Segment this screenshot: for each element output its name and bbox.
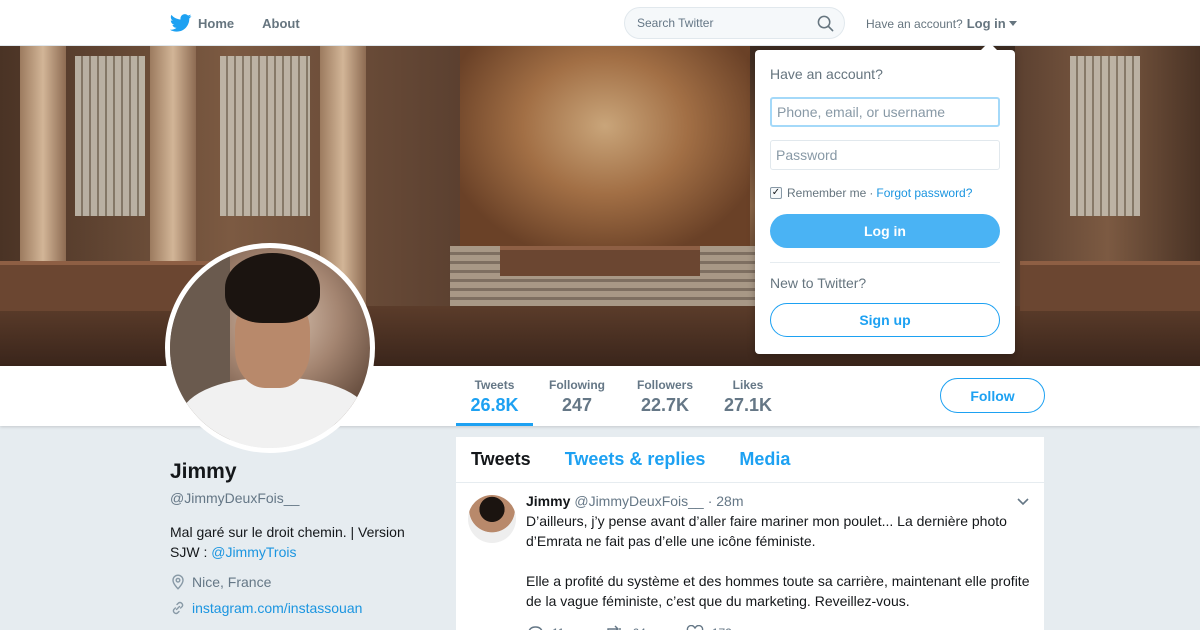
link-icon: [172, 601, 184, 615]
like-count: 172: [712, 626, 732, 630]
search-input[interactable]: [637, 16, 807, 30]
nav-home-label: Home: [198, 15, 235, 31]
nav-left-group: Home About: [170, 0, 328, 46]
profile-website-row: instagram.com/instassouan: [170, 600, 430, 616]
stat-value: 26.8K: [470, 395, 519, 415]
heart-icon: [686, 625, 704, 630]
profile-location-row: Nice, France: [170, 574, 430, 590]
stat-label: Following: [549, 378, 605, 392]
nav-about-link[interactable]: About: [262, 16, 300, 31]
reply-icon: [528, 626, 543, 630]
profile-website-link[interactable]: instagram.com/instassouan: [192, 600, 362, 616]
tab-media[interactable]: Media: [739, 449, 790, 470]
login-button[interactable]: Log in: [770, 214, 1000, 248]
login-dropdown-toggle[interactable]: Log in: [967, 16, 1017, 31]
retweet-icon: [607, 625, 622, 630]
banner-mural: [460, 46, 750, 246]
stat-value: 22.7K: [640, 395, 690, 415]
nav-about-label: About: [262, 15, 300, 31]
avatar-hair: [225, 253, 320, 323]
login-link-label: Log in: [966, 16, 1006, 31]
stat-value: 27.1K: [723, 395, 773, 415]
profile-name[interactable]: Jimmy: [170, 460, 430, 484]
tweet-paragraph: Elle a profité du système et des hommes …: [526, 573, 1030, 609]
have-account-text: Have an account?: [866, 16, 963, 31]
nav-home-link[interactable]: Home: [170, 14, 234, 32]
profile-handle[interactable]: @JimmyDeuxFois__: [170, 490, 430, 506]
banner-window: [1070, 56, 1140, 216]
have-account-area: Have an account? Log in: [866, 16, 1017, 31]
tweet[interactable]: Jimmy @JimmyDeuxFois__ · 28m D’ailleurs,…: [456, 483, 1044, 630]
avatar-shirt: [180, 378, 370, 448]
stat-tweets[interactable]: Tweets 26.8K: [456, 366, 533, 426]
tweet-header: Jimmy @JimmyDeuxFois__ · 28m: [526, 493, 1032, 509]
stat-following[interactable]: Following 247: [540, 366, 614, 426]
login-dropdown: Have an account? ✓ Remember me · Forgot …: [755, 42, 1015, 354]
like-button[interactable]: 172: [686, 625, 732, 630]
tweet-paragraph: D’ailleurs, j’y pense avant d’aller fair…: [526, 513, 1007, 549]
banner-window: [220, 56, 310, 216]
stat-followers[interactable]: Followers 22.7K: [628, 366, 702, 426]
retweet-button[interactable]: 64: [604, 625, 646, 630]
dropdown-title: Have an account?: [770, 66, 883, 82]
follow-button[interactable]: Follow: [940, 378, 1045, 413]
top-navigation-bar: Home About Have an account? Log in: [0, 0, 1200, 46]
stat-label: Likes: [732, 378, 764, 392]
profile-location: Nice, France: [192, 574, 272, 590]
profile-card: Jimmy @JimmyDeuxFois__ Mal garé sur le d…: [170, 460, 430, 616]
timeline: Tweets Tweets & replies Media Jimmy @Jim…: [456, 437, 1044, 630]
tweet-author-name[interactable]: Jimmy: [526, 493, 570, 509]
search-box[interactable]: [624, 7, 845, 39]
banner-window: [75, 56, 145, 216]
reply-button[interactable]: 11: [526, 625, 564, 630]
retweet-count: 64: [632, 626, 645, 630]
caret-down-icon: [1008, 21, 1017, 26]
chevron-down-icon[interactable]: [1016, 497, 1030, 507]
tweet-avatar[interactable]: [468, 495, 516, 543]
banner-tables: [1020, 261, 1200, 311]
tweet-text: D’ailleurs, j’y pense avant d’aller fair…: [526, 511, 1032, 611]
forgot-password-link[interactable]: Forgot password?: [876, 186, 972, 200]
tweet-timestamp[interactable]: · 28m: [708, 493, 744, 509]
new-to-twitter-text: New to Twitter?: [770, 275, 867, 291]
tweet-author-handle[interactable]: @JimmyDeuxFois__: [574, 493, 703, 509]
remember-separator: ·: [869, 186, 874, 200]
remember-row: ✓ Remember me · Forgot password?: [770, 186, 1000, 200]
search-icon[interactable]: [817, 15, 834, 32]
tweet-actions: 11 64 172: [526, 625, 1032, 630]
remember-me-label: Remember me: [787, 186, 867, 200]
banner-tables: [500, 246, 700, 276]
profile-bio: Mal garé sur le droit chemin. | Version …: [170, 522, 430, 562]
tab-tweets[interactable]: Tweets: [471, 449, 531, 470]
timeline-tabs: Tweets Tweets & replies Media: [456, 437, 1044, 483]
profile-avatar[interactable]: [165, 243, 375, 453]
stat-likes[interactable]: Likes 27.1K: [716, 366, 780, 426]
reply-count: 11: [552, 626, 564, 630]
remember-me-checkbox[interactable]: ✓: [770, 187, 782, 199]
bio-mention-link[interactable]: @JimmyTrois: [211, 544, 296, 560]
password-field[interactable]: [770, 140, 1000, 170]
stat-label: Tweets: [474, 378, 515, 392]
tab-tweets-and-replies[interactable]: Tweets & replies: [565, 449, 706, 470]
twitter-bird-icon: [170, 14, 192, 32]
location-pin-icon: [172, 574, 184, 590]
stat-value: 247: [561, 395, 593, 415]
username-field[interactable]: [770, 97, 1000, 127]
stat-label: Followers: [636, 378, 693, 392]
signup-button[interactable]: Sign up: [770, 303, 1000, 337]
dropdown-divider: [770, 262, 1000, 263]
